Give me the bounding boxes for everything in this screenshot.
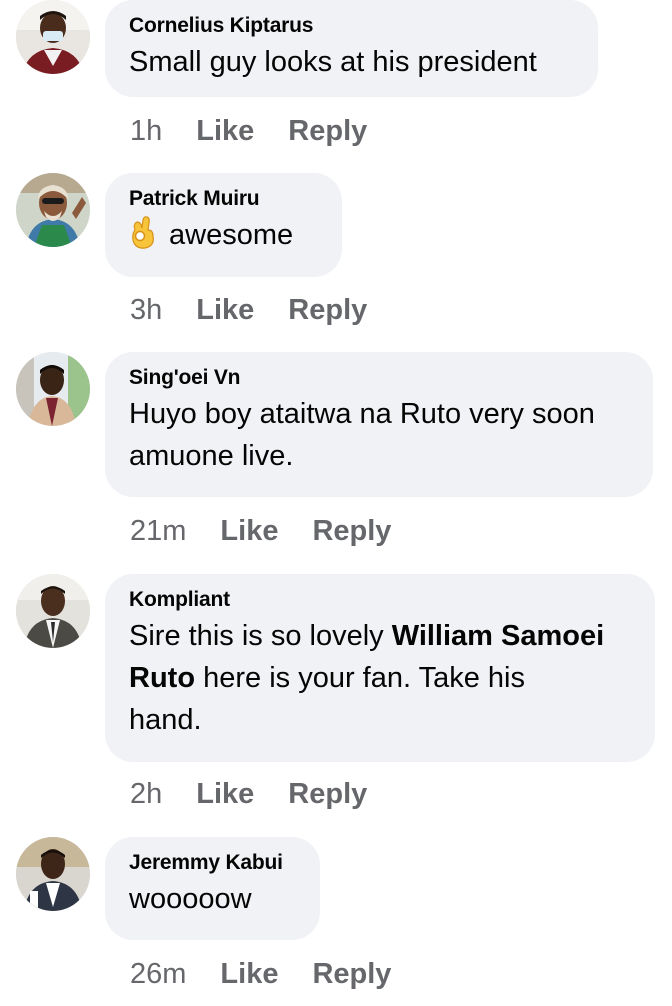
avatar[interactable] xyxy=(16,173,90,247)
comment-time[interactable]: 1h xyxy=(130,114,162,148)
comment-bubble: Jeremmy Kabui wooooow xyxy=(105,837,320,940)
mention-link[interactable]: Ruto xyxy=(129,662,195,694)
avatar-patrick-icon xyxy=(16,173,90,247)
comment-text: Huyo boy ataitwa na Ruto very soon amuone… xyxy=(129,393,629,477)
reply-button[interactable]: Reply xyxy=(288,293,367,327)
avatar[interactable] xyxy=(16,574,90,648)
like-button[interactable]: Like xyxy=(196,114,254,148)
like-button[interactable]: Like xyxy=(220,957,278,991)
comment-time[interactable]: 3h xyxy=(130,293,162,327)
comment-actions: 26m Like Reply xyxy=(130,957,425,991)
comment-text-part: hand. xyxy=(129,704,202,736)
comment-bubble: Sing'oei Vn Huyo boy ataitwa na Ruto ver… xyxy=(105,352,653,497)
mention-link[interactable]: William Samoei xyxy=(392,620,604,652)
comment-actions: 2h Like Reply xyxy=(130,777,401,811)
comment-time[interactable]: 26m xyxy=(130,957,186,991)
comment-text-part: here is your fan. Take his xyxy=(195,662,525,694)
avatar-kompliant-icon xyxy=(16,574,90,648)
comment-author[interactable]: Jeremmy Kabui xyxy=(129,850,296,876)
comment-bubble: Kompliant Sire this is so lovely William… xyxy=(105,574,655,762)
comment-text-line: Huyo boy ataitwa na Ruto very soon xyxy=(129,398,595,430)
comment-time[interactable]: 21m xyxy=(130,514,186,548)
like-button[interactable]: Like xyxy=(220,514,278,548)
avatar-cornelius-icon xyxy=(16,0,90,74)
comment-text: Sire this is so lovely William Samoei Rut… xyxy=(129,615,631,741)
comment-text-word: awesome xyxy=(169,219,294,251)
avatar[interactable] xyxy=(16,352,90,426)
comment-text-part: Sire this is so lovely xyxy=(129,620,392,652)
comment-bubble: Cornelius Kiptarus Small guy looks at hi… xyxy=(105,0,598,97)
comment-author[interactable]: Sing'oei Vn xyxy=(129,365,629,391)
comment-actions: 21m Like Reply xyxy=(130,514,425,548)
avatar[interactable] xyxy=(16,837,90,911)
comment-author[interactable]: Cornelius Kiptarus xyxy=(129,13,574,39)
comment-text: Small guy looks at his president xyxy=(129,46,537,78)
comment-author[interactable]: Kompliant xyxy=(129,587,631,613)
comment-text: awesome xyxy=(129,214,318,256)
comment-feed: Cornelius Kiptarus Small guy looks at hi… xyxy=(0,0,672,1006)
avatar-jeremmy-icon xyxy=(16,837,90,911)
comment-text-line: amuone live. xyxy=(129,440,294,472)
reply-button[interactable]: Reply xyxy=(312,514,391,548)
ok-hand-emoji-icon xyxy=(129,216,157,250)
comment-actions: 3h Like Reply xyxy=(130,293,401,327)
comment-bubble: Patrick Muiru awesome xyxy=(105,173,342,277)
comment-time[interactable]: 2h xyxy=(130,777,162,811)
like-button[interactable]: Like xyxy=(196,777,254,811)
avatar-singoei-icon xyxy=(16,352,90,426)
reply-button[interactable]: Reply xyxy=(312,957,391,991)
reply-button[interactable]: Reply xyxy=(288,777,367,811)
reply-button[interactable]: Reply xyxy=(288,114,367,148)
comment-actions: 1h Like Reply xyxy=(130,114,401,148)
comment-author[interactable]: Patrick Muiru xyxy=(129,186,318,212)
comment-text: wooooow xyxy=(129,883,252,915)
avatar[interactable] xyxy=(16,0,90,74)
like-button[interactable]: Like xyxy=(196,293,254,327)
